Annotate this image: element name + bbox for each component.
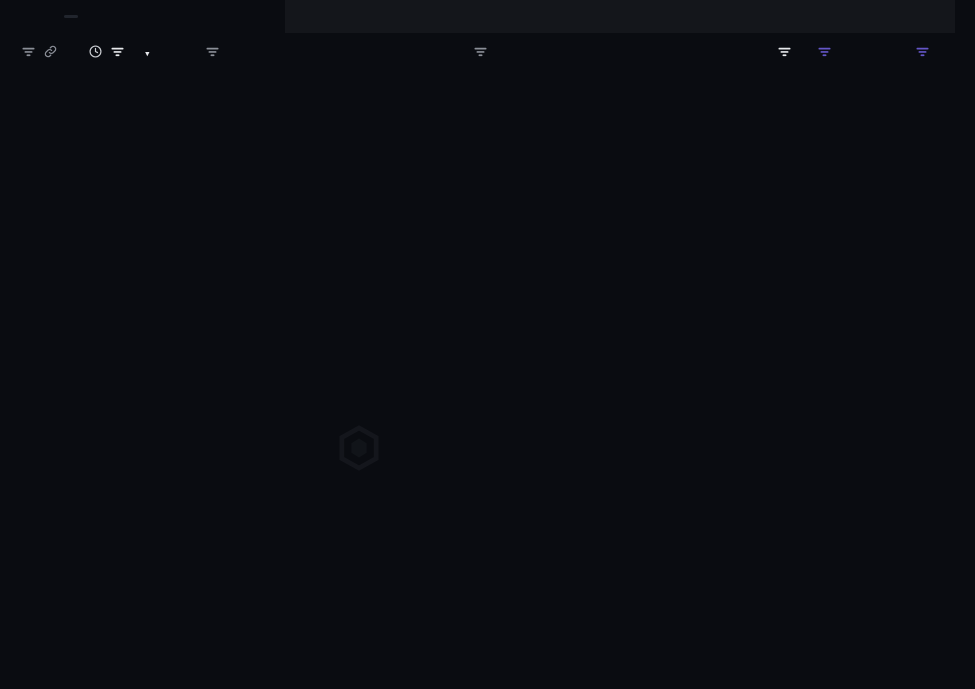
- tab-transfers[interactable]: [0, 0, 285, 33]
- filter-icon[interactable]: [206, 46, 219, 60]
- clock-icon[interactable]: [89, 45, 102, 61]
- header-to: [474, 46, 744, 60]
- tab-swaps[interactable]: [285, 0, 509, 33]
- transfers-table: ▾: [18, 33, 947, 73]
- chevron-down-icon[interactable]: ▾: [144, 47, 152, 60]
- arkham-watermark: [338, 425, 396, 471]
- filter-icon[interactable]: [818, 46, 831, 60]
- tab-bar-edge: [954, 0, 975, 33]
- filter-icon[interactable]: [916, 46, 929, 60]
- pagination: [57, 15, 99, 18]
- header-from: [206, 46, 474, 60]
- current-page: [64, 15, 78, 18]
- filter-icon[interactable]: [22, 46, 35, 60]
- header-value: [744, 46, 806, 60]
- filter-icon[interactable]: [474, 46, 487, 60]
- link-icon[interactable]: [44, 45, 57, 61]
- arkham-logo-icon: [339, 425, 379, 471]
- table-header: ▾: [18, 33, 947, 73]
- tab-inflow[interactable]: [508, 0, 732, 33]
- header-time: ▾: [18, 45, 206, 61]
- filter-icon[interactable]: [778, 46, 791, 60]
- tab-outflow[interactable]: [731, 0, 955, 33]
- header-usd: [872, 46, 947, 60]
- tab-bar: [0, 0, 975, 33]
- header-token: [806, 46, 872, 60]
- filter-icon[interactable]: [111, 46, 124, 60]
